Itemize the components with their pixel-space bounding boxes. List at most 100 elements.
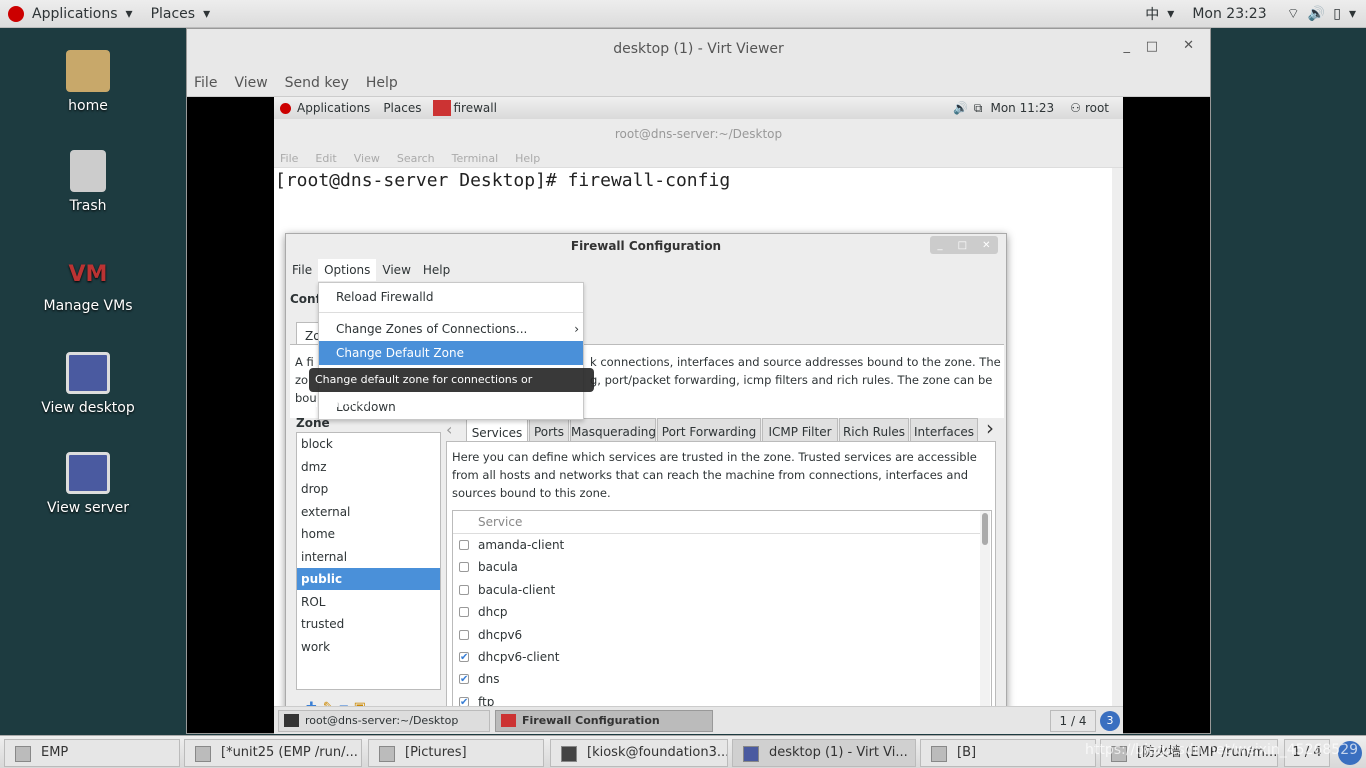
service-checkbox[interactable] xyxy=(459,584,469,595)
menu-item-change-default-zone[interactable]: Change Default Zone xyxy=(319,341,583,365)
services-scrollbar[interactable] xyxy=(980,511,990,719)
task-label: [Pictures] xyxy=(405,745,467,760)
guest-applications-menu[interactable]: Applications xyxy=(297,101,370,115)
guest-screen[interactable]: Applications Places firewall 🔊 ⧉ Mon 11:… xyxy=(274,97,1123,734)
tab-rich-rules[interactable]: Rich Rules xyxy=(839,418,909,442)
service-name: dns xyxy=(478,672,500,687)
desktop-icon-home[interactable]: home xyxy=(33,50,143,114)
host-task-emp[interactable]: EMP xyxy=(4,739,180,767)
zone-item-trusted[interactable]: trusted xyxy=(297,613,440,635)
guest-places-menu[interactable]: Places xyxy=(383,101,421,115)
service-checkbox[interactable] xyxy=(459,629,469,640)
host-task-pictures[interactable]: [Pictures] xyxy=(368,739,544,767)
host-task-kiosk-terminal[interactable]: [kiosk@foundation3... xyxy=(550,739,728,767)
zone-item-drop[interactable]: drop xyxy=(297,478,440,500)
terminal-menu-edit[interactable]: Edit xyxy=(315,152,336,165)
tabs-scroll-right-icon[interactable]: › xyxy=(986,416,994,440)
menu-send-key[interactable]: Send key xyxy=(285,75,349,91)
host-task-b[interactable]: [B] xyxy=(920,739,1096,767)
vm-logo-icon: VM xyxy=(68,262,108,287)
close-button[interactable]: ✕ xyxy=(982,240,990,251)
guest-top-bar: Applications Places firewall 🔊 ⧉ Mon 11:… xyxy=(274,97,1123,119)
zone-item-public[interactable]: public xyxy=(297,568,440,590)
service-checkbox[interactable] xyxy=(459,540,469,550)
maximize-button[interactable]: □ xyxy=(1146,39,1158,54)
tab-interfaces[interactable]: Interfaces xyxy=(910,418,978,442)
service-name: dhcpv6-client xyxy=(478,650,560,664)
network-icon[interactable]: ⧉ xyxy=(974,101,983,116)
terminal-menu-help[interactable]: Help xyxy=(515,152,540,165)
service-checkbox[interactable]: ✔ xyxy=(459,674,469,685)
input-method[interactable]: 中 xyxy=(1145,4,1159,24)
redhat-logo-icon xyxy=(8,5,24,22)
service-name: bacula xyxy=(478,560,518,575)
zone-item-external[interactable]: external xyxy=(297,501,440,523)
zone-item-home[interactable]: home xyxy=(297,523,440,545)
volume-icon[interactable]: 🔊 xyxy=(1308,6,1325,22)
menu-help[interactable]: Help xyxy=(366,75,398,91)
maximize-button[interactable]: □ xyxy=(958,240,967,251)
notification-badge[interactable]: 3 xyxy=(1100,711,1120,731)
desktop-icon-view-server[interactable]: View server xyxy=(33,452,143,516)
menu-view[interactable]: View xyxy=(376,259,416,281)
service-checkbox[interactable] xyxy=(459,562,469,573)
zone-item-dmz[interactable]: dmz xyxy=(297,456,440,478)
service-column-header[interactable]: Service xyxy=(478,515,522,529)
terminal-menu-terminal[interactable]: Terminal xyxy=(452,152,499,165)
zone-item-rol[interactable]: ROL xyxy=(297,591,440,613)
zone-item-block[interactable]: block xyxy=(297,433,440,455)
guest-workspace-pager[interactable]: 1 / 4 xyxy=(1050,710,1096,732)
tab-port-forwarding[interactable]: Port Forwarding xyxy=(657,418,761,442)
guest-clock[interactable]: Mon 11:23 xyxy=(990,101,1054,115)
tab-masquerading[interactable]: Masquerading xyxy=(570,418,656,442)
menu-view[interactable]: View xyxy=(234,75,267,91)
tab-icmp-filter[interactable]: ICMP Filter xyxy=(762,418,838,442)
zone-item-work[interactable]: work xyxy=(297,636,440,658)
applications-menu[interactable]: Applications xyxy=(32,6,118,22)
wifi-icon[interactable]: ⌔ xyxy=(1287,5,1300,23)
guest-task-firewall[interactable]: Firewall Configuration xyxy=(495,710,713,732)
minimize-button[interactable]: _ xyxy=(938,240,943,251)
host-task-unit25[interactable]: [*unit25 (EMP /run/... xyxy=(184,739,362,767)
chevron-down-icon[interactable]: ▾ xyxy=(1349,6,1356,22)
tabs-scroll-left-icon[interactable]: ‹ xyxy=(446,420,452,439)
menu-item-reload-firewalld[interactable]: Reload Firewalld xyxy=(319,285,583,309)
window-title: desktop (1) - Virt Viewer xyxy=(187,29,1210,69)
window-icon xyxy=(931,746,947,762)
service-name: dhcpv6 xyxy=(478,627,523,642)
menu-item-change-zones-of-connections[interactable]: Change Zones of Connections... › xyxy=(319,317,583,341)
service-checkbox[interactable]: ✔ xyxy=(459,652,469,663)
places-menu[interactable]: Places xyxy=(151,6,196,22)
menu-options[interactable]: Options xyxy=(318,259,377,281)
guest-task-terminal[interactable]: root@dns-server:~/Desktop xyxy=(278,710,490,732)
desktop-icon-manage-vms[interactable]: VM Manage VMs xyxy=(33,262,143,314)
terminal-menu-view[interactable]: View xyxy=(354,152,380,165)
terminal-scrollbar[interactable] xyxy=(1112,168,1123,706)
tooltip: Change default zone for connections or i… xyxy=(309,368,594,410)
guest-app-name[interactable]: firewall xyxy=(453,101,496,115)
window-icon xyxy=(379,746,395,762)
tab-ports[interactable]: Ports xyxy=(529,418,569,442)
volume-icon[interactable]: 🔊 xyxy=(953,101,968,115)
service-row: ✔ dns xyxy=(453,668,981,690)
description-text: g, port/packet forwarding, icmp filters … xyxy=(590,373,993,387)
clock[interactable]: Mon 23:23 xyxy=(1192,6,1266,22)
battery-icon[interactable]: ▯ xyxy=(1333,6,1341,22)
zone-item-internal[interactable]: internal xyxy=(297,546,440,568)
service-checkbox[interactable] xyxy=(459,607,469,618)
tab-services[interactable]: Services xyxy=(466,418,528,443)
menu-help[interactable]: Help xyxy=(417,259,456,281)
guest-user-menu[interactable]: root xyxy=(1085,101,1109,115)
minimize-button[interactable]: _ xyxy=(1124,39,1131,54)
menu-file[interactable]: File xyxy=(194,75,217,91)
desktop-icon-trash[interactable]: Trash xyxy=(33,150,143,214)
firewall-icon xyxy=(501,714,516,727)
menu-file[interactable]: File xyxy=(286,259,318,281)
host-task-virt-viewer[interactable]: desktop (1) - Virt Vi... xyxy=(732,739,916,767)
close-button[interactable]: ✕ xyxy=(1183,38,1194,53)
terminal-menu-search[interactable]: Search xyxy=(397,152,435,165)
monitor-icon xyxy=(66,352,110,394)
desktop-icon-view-desktop[interactable]: View desktop xyxy=(33,352,143,416)
terminal-menu-file[interactable]: File xyxy=(280,152,298,165)
window-title: Firewall Configuration xyxy=(570,239,722,253)
